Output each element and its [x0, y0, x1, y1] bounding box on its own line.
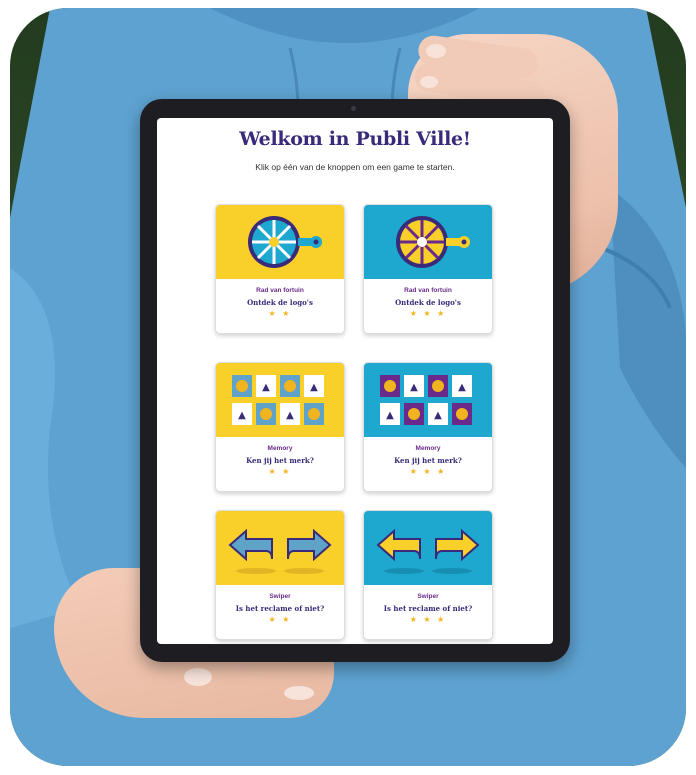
- game-name: Swiper: [417, 593, 439, 600]
- star-rating: ★ ★ ★: [409, 615, 447, 624]
- swipe-arrows-icon: [376, 528, 480, 574]
- card-image: [216, 511, 344, 585]
- game-card-wheel-3-stars[interactable]: Rad van fortuin Ontdek de logo's ★ ★ ★: [363, 204, 493, 334]
- card-image: [364, 511, 492, 585]
- card-image: ▲ ▲ ▲ ▲: [364, 363, 492, 437]
- wheel-of-fortune-icon: [396, 216, 470, 268]
- game-name: Rad van fortuin: [404, 287, 452, 294]
- svg-text:▲: ▲: [262, 382, 270, 393]
- game-name: Rad van fortuin: [256, 287, 304, 294]
- svg-text:▲: ▲: [238, 410, 246, 421]
- game-card-memory-2-stars[interactable]: ▲ ▲ ▲ ▲ Memory Ken jij het merk? ★ ★: [215, 362, 345, 492]
- memory-cards-icon: ▲ ▲ ▲ ▲: [380, 375, 472, 425]
- swipe-arrows-icon: [228, 528, 332, 574]
- star-rating: ★ ★: [268, 615, 292, 624]
- svg-text:▲: ▲: [434, 410, 442, 421]
- game-description: Ontdek de logo's: [395, 298, 461, 307]
- game-name: Swiper: [269, 593, 291, 600]
- star-rating: ★ ★ ★: [409, 467, 447, 476]
- game-card-swiper-3-stars[interactable]: Swiper Is het reclame of niet? ★ ★ ★: [363, 510, 493, 640]
- svg-text:▲: ▲: [410, 382, 418, 393]
- game-description: Ontdek de logo's: [247, 298, 313, 307]
- card-image: ▲ ▲ ▲ ▲: [216, 363, 344, 437]
- page-subtitle: Klik op één van de knoppen om een game t…: [255, 162, 455, 172]
- wheel-of-fortune-icon: [248, 216, 322, 268]
- game-description: Ken jij het merk?: [394, 456, 462, 465]
- tablet-camera: [351, 106, 356, 111]
- game-card-swiper-2-stars[interactable]: Swiper Is het reclame of niet? ★ ★: [215, 510, 345, 640]
- game-description: Ken jij het merk?: [246, 456, 314, 465]
- svg-text:▲: ▲: [458, 382, 466, 393]
- card-image: [364, 205, 492, 279]
- star-rating: ★ ★: [268, 467, 292, 476]
- svg-text:▲: ▲: [386, 410, 394, 421]
- star-rating: ★ ★: [268, 309, 292, 318]
- star-rating: ★ ★ ★: [409, 309, 447, 318]
- game-description: Is het reclame of niet?: [383, 604, 473, 613]
- game-card-wheel-2-stars[interactable]: Rad van fortuin Ontdek de logo's ★ ★: [215, 204, 345, 334]
- game-name: Memory: [267, 445, 293, 452]
- game-menu-screen: Welkom in Publi Ville! Klik op één van d…: [157, 118, 553, 644]
- page-title: Welkom in Publi Ville!: [239, 128, 471, 150]
- svg-text:▲: ▲: [286, 410, 294, 421]
- game-name: Memory: [415, 445, 441, 452]
- card-image: [216, 205, 344, 279]
- memory-cards-icon: ▲ ▲ ▲ ▲: [232, 375, 324, 425]
- svg-text:▲: ▲: [310, 382, 318, 393]
- game-card-memory-3-stars[interactable]: ▲ ▲ ▲ ▲ Memory Ken jij het merk? ★ ★ ★: [363, 362, 493, 492]
- game-description: Is het reclame of niet?: [235, 604, 325, 613]
